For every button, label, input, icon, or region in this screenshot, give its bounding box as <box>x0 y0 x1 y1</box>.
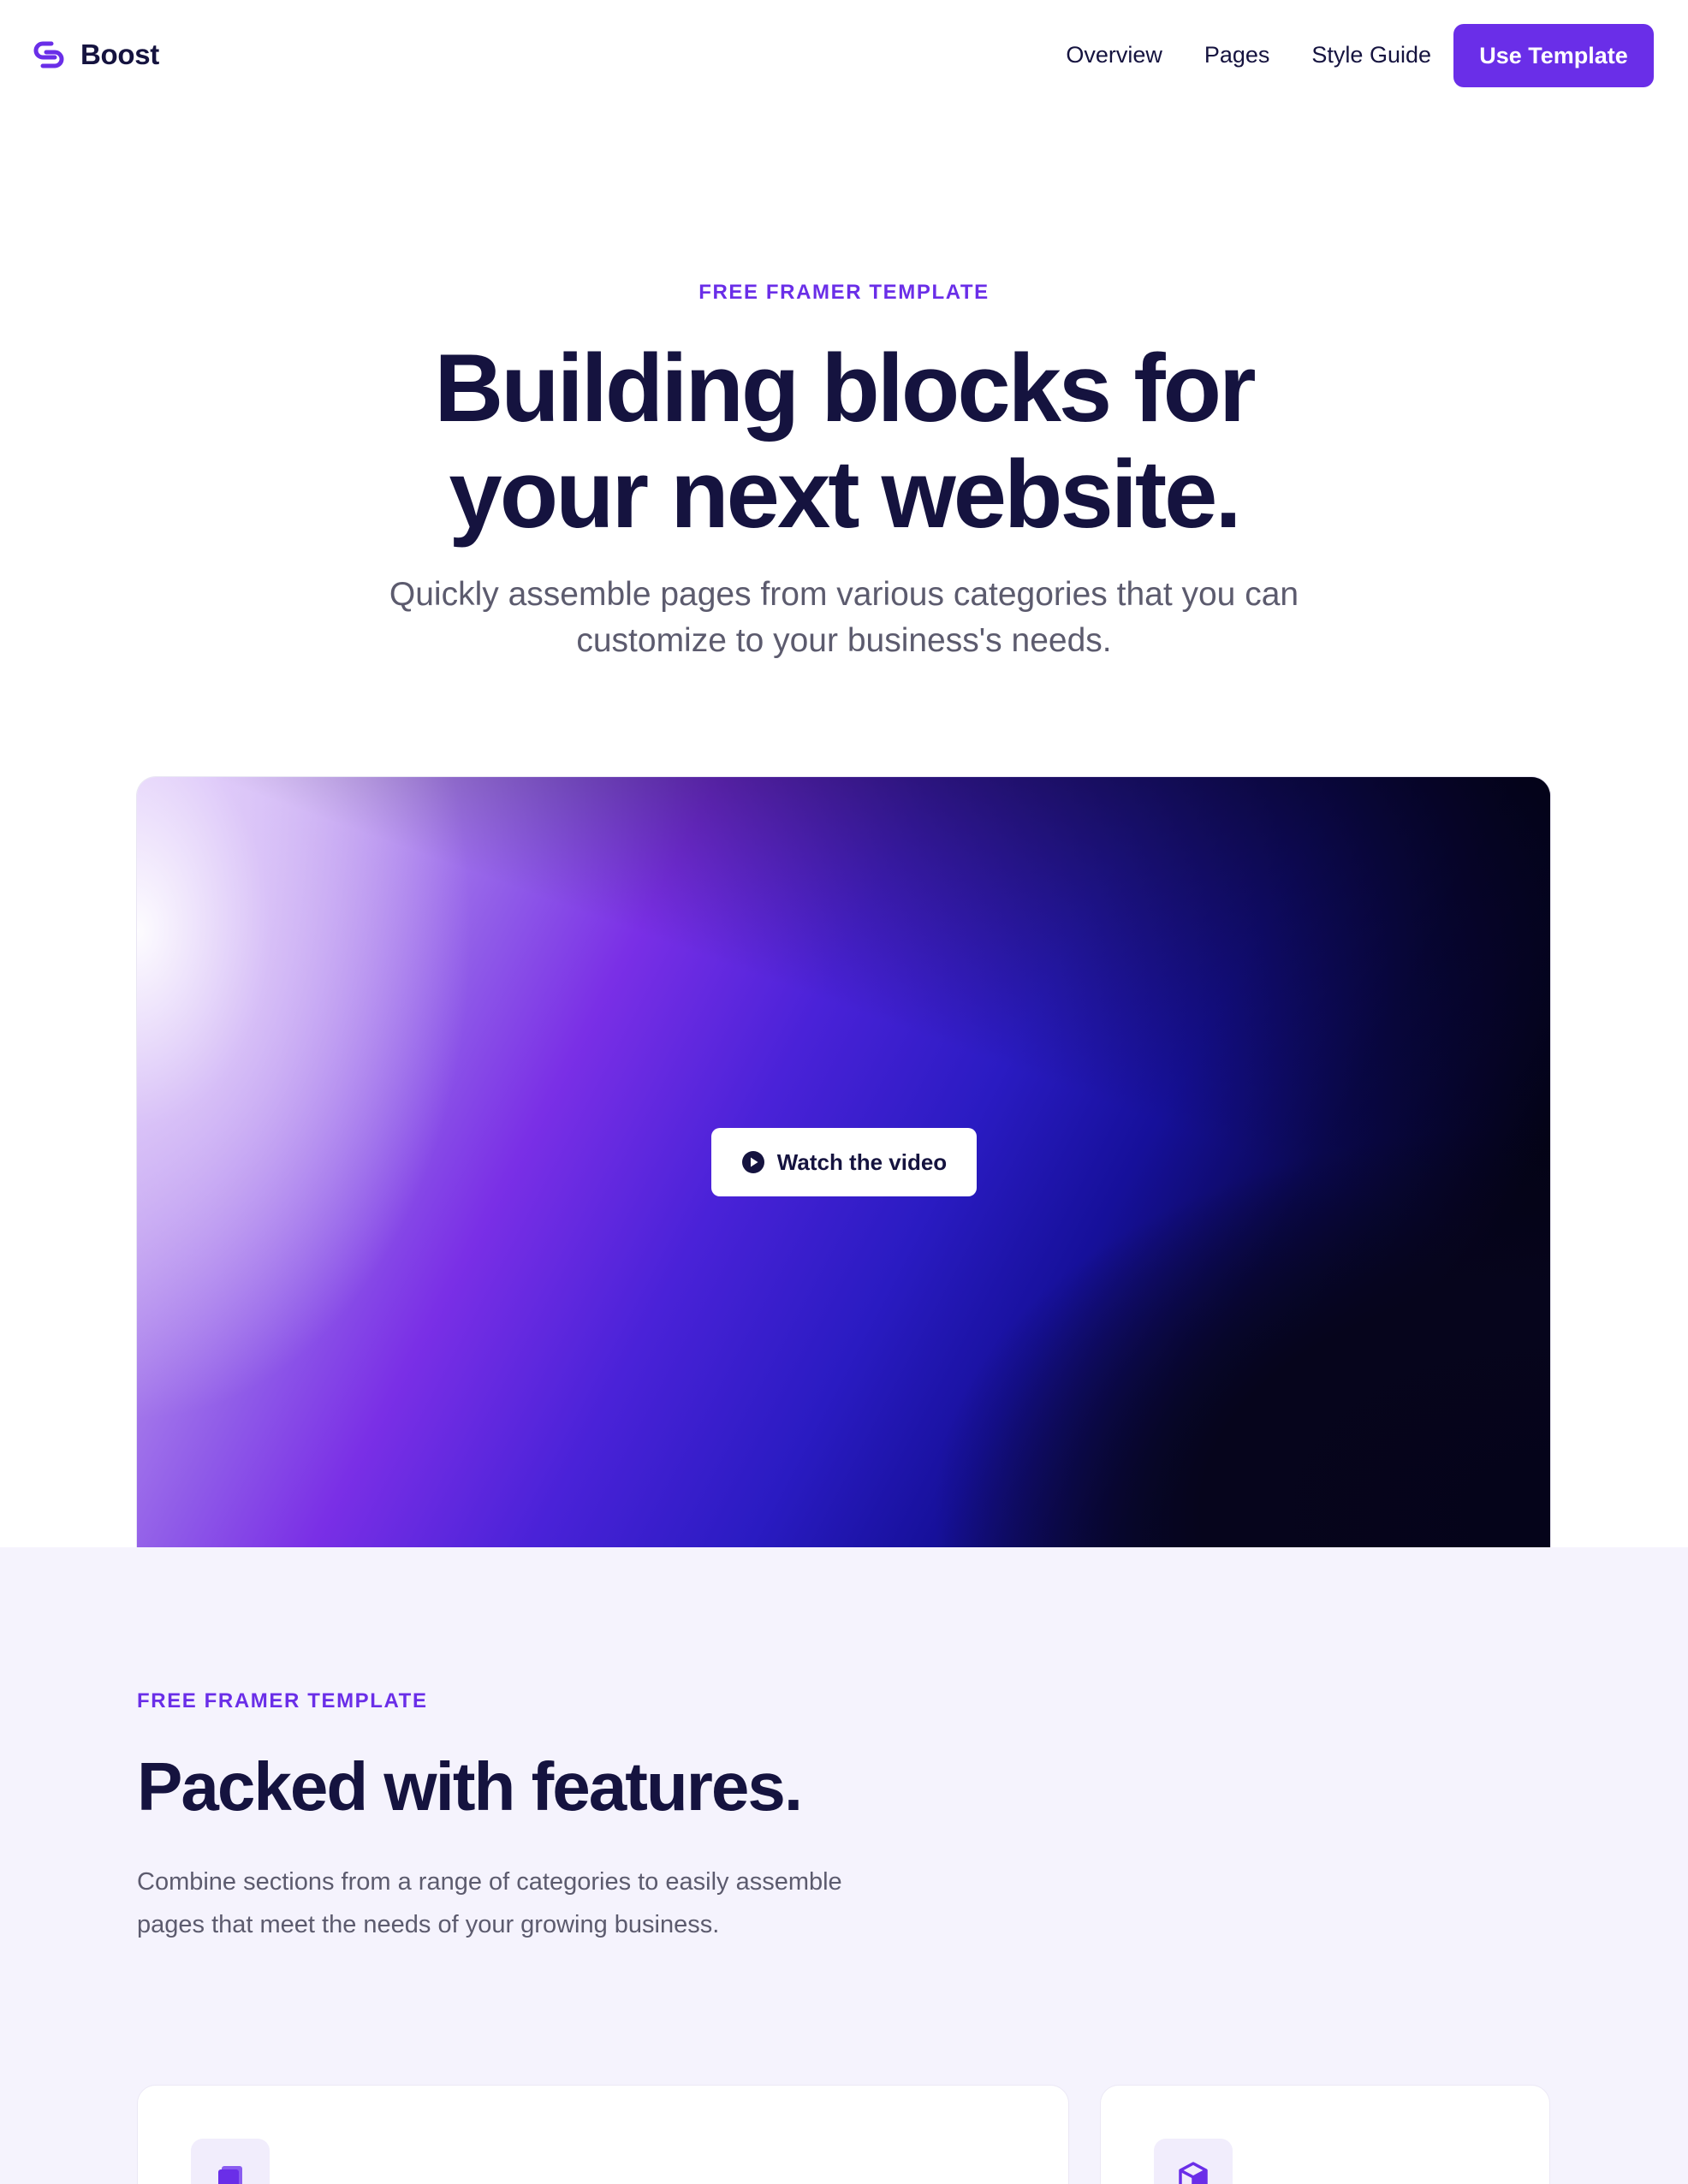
hero-subtitle: Quickly assemble pages from various cate… <box>389 576 1299 659</box>
play-circle-icon <box>741 1151 764 1173</box>
features-subtitle: Combine sections from a range of categor… <box>137 1868 842 1938</box>
feature-card <box>137 2085 1069 2184</box>
hero-eyebrow: FREE FRAMER TEMPLATE <box>698 281 990 304</box>
feature-card-icon-wrap <box>191 2139 270 2184</box>
nav-link-overview[interactable]: Overview <box>1066 42 1162 68</box>
feature-card-icon-wrap <box>1154 2139 1233 2184</box>
pages-stack-icon <box>218 2166 242 2184</box>
top-nav: Boost Overview Pages Style Guide Use Tem… <box>0 0 1688 111</box>
watch-video-button[interactable]: Watch the video <box>711 1128 977 1196</box>
hero-title: Building blocks for your next website. <box>0 335 1688 548</box>
nav-links: Overview Pages Style Guide <box>1066 38 1431 72</box>
nav-link-style-guide[interactable]: Style Guide <box>1311 42 1431 68</box>
features-eyebrow: FREE FRAMER TEMPLATE <box>137 1689 428 1712</box>
watch-video-label: Watch the video <box>776 1148 948 1175</box>
boost-logo-icon <box>33 41 64 68</box>
brand-name: Boost <box>80 39 159 70</box>
feature-card <box>1100 2085 1550 2184</box>
nav-link-pages[interactable]: Pages <box>1204 42 1270 68</box>
hero-title-line-2: your next website. <box>449 441 1241 548</box>
brand-logo-link[interactable]: Boost <box>33 38 159 72</box>
features-title: Packed with features. <box>137 1748 803 1825</box>
cube-icon <box>1179 2162 1208 2184</box>
use-template-button[interactable]: Use Template <box>1453 24 1654 87</box>
hero-title-line-1: Building blocks for <box>434 335 1256 442</box>
